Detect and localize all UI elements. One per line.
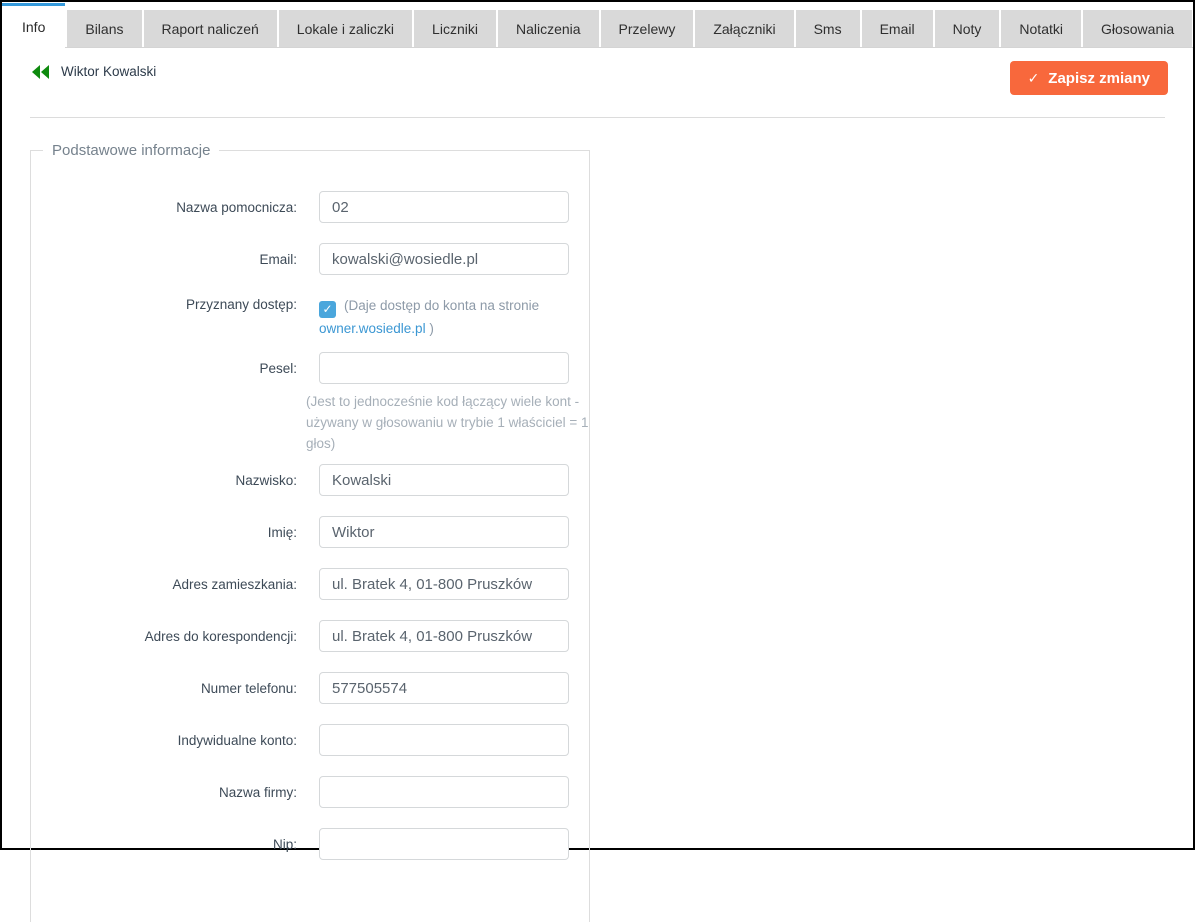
tab-notatki[interactable]: Notatki [1001, 10, 1081, 48]
basic-info-fieldset: Podstawowe informacje Nazwa pomocnicza: … [30, 142, 590, 922]
adres-korespondencji-input[interactable] [319, 620, 569, 652]
check-icon: ✓ [1028, 70, 1040, 87]
back-rewind-icon[interactable] [32, 65, 49, 79]
indywidualne-konto-label: Indywidualne konto: [31, 733, 319, 748]
nazwa-firmy-input[interactable] [319, 776, 569, 808]
tab-noty[interactable]: Noty [935, 10, 1000, 48]
form-row-numer-telefonu: Numer telefonu: [31, 672, 589, 704]
nazwa-pomocnicza-label: Nazwa pomocnicza: [31, 200, 319, 215]
page-header: Wiktor Kowalski ✓ Zapisz zmiany [2, 48, 1193, 117]
pesel-input[interactable] [319, 352, 569, 384]
form-row-adres-zamieszkania: Adres zamieszkania: [31, 568, 589, 600]
numer-telefonu-label: Numer telefonu: [31, 681, 319, 696]
tab-email[interactable]: Email [862, 10, 933, 48]
tab-bar: Info Bilans Raport naliczeń Lokale i zal… [2, 2, 1193, 48]
nazwisko-input[interactable] [319, 464, 569, 496]
access-note-text: (Daje dostęp do konta na stronie [344, 298, 539, 313]
adres-zamieszkania-label: Adres zamieszkania: [31, 577, 319, 592]
header-divider [30, 117, 1165, 118]
nip-input[interactable] [319, 828, 569, 860]
access-note-close: ) [426, 321, 434, 336]
tab-bilans[interactable]: Bilans [67, 10, 141, 48]
numer-telefonu-input[interactable] [319, 672, 569, 704]
nazwa-pomocnicza-input[interactable] [319, 191, 569, 223]
save-changes-button[interactable]: ✓ Zapisz zmiany [1010, 61, 1168, 95]
form-row-przyznany-dostep: Przyznany dostęp: ✓ (Daje dostęp do konta… [31, 295, 589, 340]
page-title-user-name: Wiktor Kowalski [61, 64, 156, 79]
przyznany-dostep-checkbox[interactable]: ✓ [319, 301, 336, 318]
adres-korespondencji-label: Adres do korespondencji: [31, 629, 319, 644]
form-row-email: Email: [31, 243, 589, 275]
imie-label: Imię: [31, 525, 319, 540]
adres-zamieszkania-input[interactable] [319, 568, 569, 600]
form-row-imie: Imię: [31, 516, 589, 548]
pesel-label: Pesel: [31, 352, 319, 376]
owner-portal-link[interactable]: owner.wosiedle.pl [319, 321, 426, 336]
tab-raport-naliczen[interactable]: Raport naliczeń [144, 10, 277, 48]
app-window: { "colors": { "accent_orange": "#f8683c"… [0, 0, 1195, 850]
form-row-nazwa-pomocnicza: Nazwa pomocnicza: [31, 191, 589, 223]
nazwisko-label: Nazwisko: [31, 473, 319, 488]
form-row-nazwisko: Nazwisko: [31, 464, 589, 496]
email-label: Email: [31, 252, 319, 267]
user-group: Wiktor Kowalski [32, 64, 156, 79]
przyznany-dostep-label: Przyznany dostęp: [31, 295, 319, 312]
tab-info[interactable]: Info [2, 3, 65, 48]
indywidualne-konto-input[interactable] [319, 724, 569, 756]
tab-naliczenia[interactable]: Naliczenia [498, 10, 599, 48]
nazwa-firmy-label: Nazwa firmy: [31, 785, 319, 800]
form-row-nip: Nip: [31, 828, 589, 860]
tab-zalaczniki[interactable]: Załączniki [695, 10, 793, 48]
form-row-nazwa-firmy: Nazwa firmy: [31, 776, 589, 808]
nip-label: Nip: [31, 837, 319, 852]
tab-sms[interactable]: Sms [796, 10, 860, 48]
form-row-adres-korespondencji: Adres do korespondencji: [31, 620, 589, 652]
tab-glosowania[interactable]: Głosowania [1083, 10, 1192, 48]
imie-input[interactable] [319, 516, 569, 548]
pesel-hint: (Jest to jednocześnie kod łączący wiele … [306, 391, 591, 454]
fieldset-legend: Podstawowe informacje [43, 142, 219, 159]
save-button-label: Zapisz zmiany [1048, 70, 1150, 87]
form-row-indywidualne-konto: Indywidualne konto: [31, 724, 589, 756]
email-input[interactable] [319, 243, 569, 275]
tab-lokale-i-zaliczki[interactable]: Lokale i zaliczki [279, 10, 412, 48]
tab-liczniki[interactable]: Liczniki [414, 10, 496, 48]
tab-przelewy[interactable]: Przelewy [601, 10, 694, 48]
form-row-pesel: Pesel: (Jest to jednocześnie kod łączący… [31, 352, 589, 454]
